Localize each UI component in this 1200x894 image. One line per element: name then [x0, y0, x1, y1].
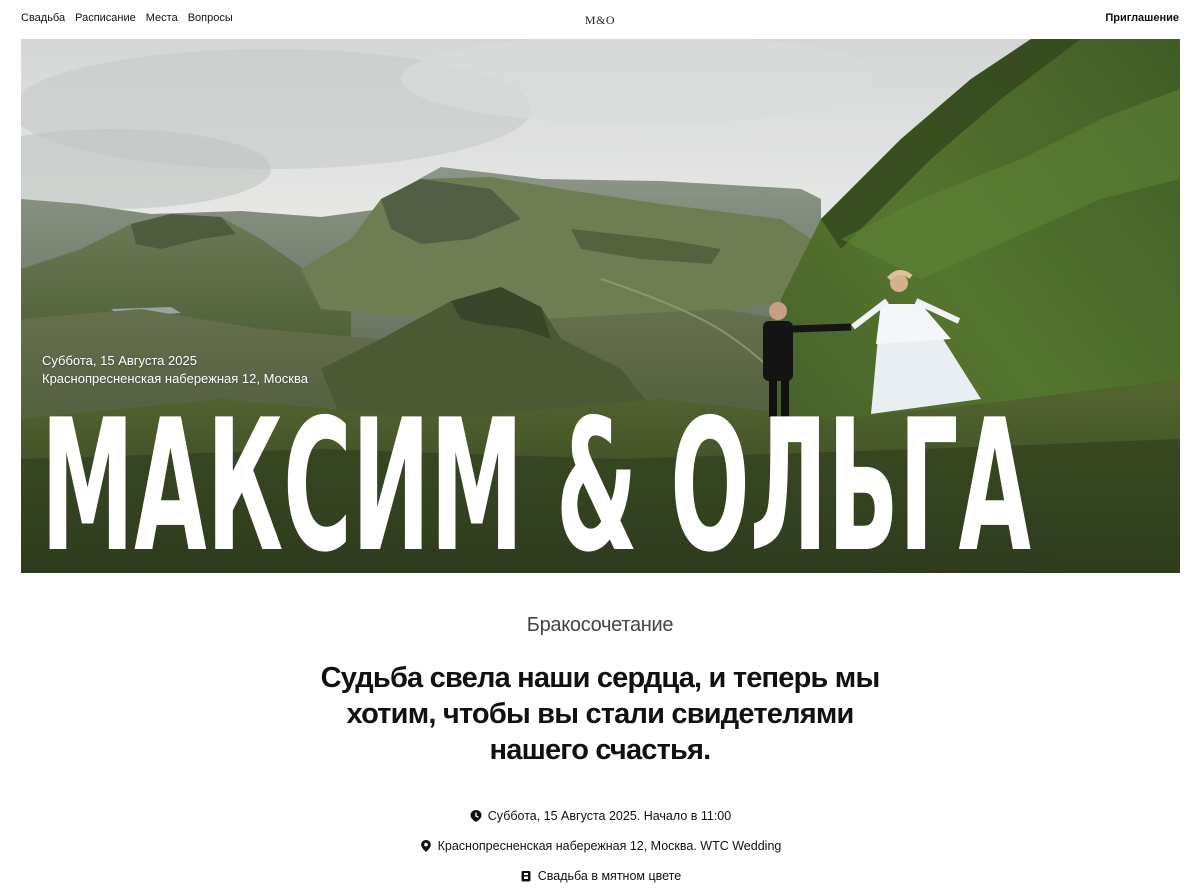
detail-datetime-text: Суббота, 15 Августа 2025. Начало в 11:00 — [487, 809, 732, 823]
event-details-list: Суббота, 15 Августа 2025. Начало в 11:00… — [0, 801, 1200, 891]
couple-names-heading: МАКСИМ & ОЛЬГА — [41, 391, 1031, 561]
hero-event-info: Суббота, 15 Августа 2025 Краснопресненск… — [42, 352, 308, 388]
hero-address: Краснопресненская набережная 12, Москва — [42, 371, 308, 386]
headline: Судьба свела наши сердца, и теперь мы хо… — [320, 662, 881, 766]
top-navigation: Свадьба Расписание Места Вопросы M&O При… — [0, 0, 1200, 39]
detail-item-location: Краснопресненская набережная 12, Москва.… — [0, 831, 1200, 861]
dress-code-icon — [519, 869, 533, 883]
hero-date: Суббота, 15 Августа 2025 — [42, 353, 197, 368]
hero-banner: Суббота, 15 Августа 2025 Краснопресненск… — [21, 39, 1180, 573]
detail-item-dress-code: Свадьба в мятном цвете — [0, 861, 1200, 891]
site-logo[interactable]: M&O — [0, 13, 1200, 28]
clock-icon — [469, 809, 483, 823]
location-pin-icon — [419, 839, 433, 853]
couple-names-text: МАКСИМ & ОЛЬГА — [41, 391, 1031, 561]
detail-item-datetime: Суббота, 15 Августа 2025. Начало в 11:00 — [0, 801, 1200, 831]
detail-location-text: Краснопресненская набережная 12, Москва.… — [437, 839, 782, 853]
detail-dress-code-text: Свадьба в мятном цвете — [537, 869, 682, 883]
section-label: Бракосочетание — [526, 614, 674, 636]
invitation-link[interactable]: Приглашение — [1105, 12, 1179, 24]
